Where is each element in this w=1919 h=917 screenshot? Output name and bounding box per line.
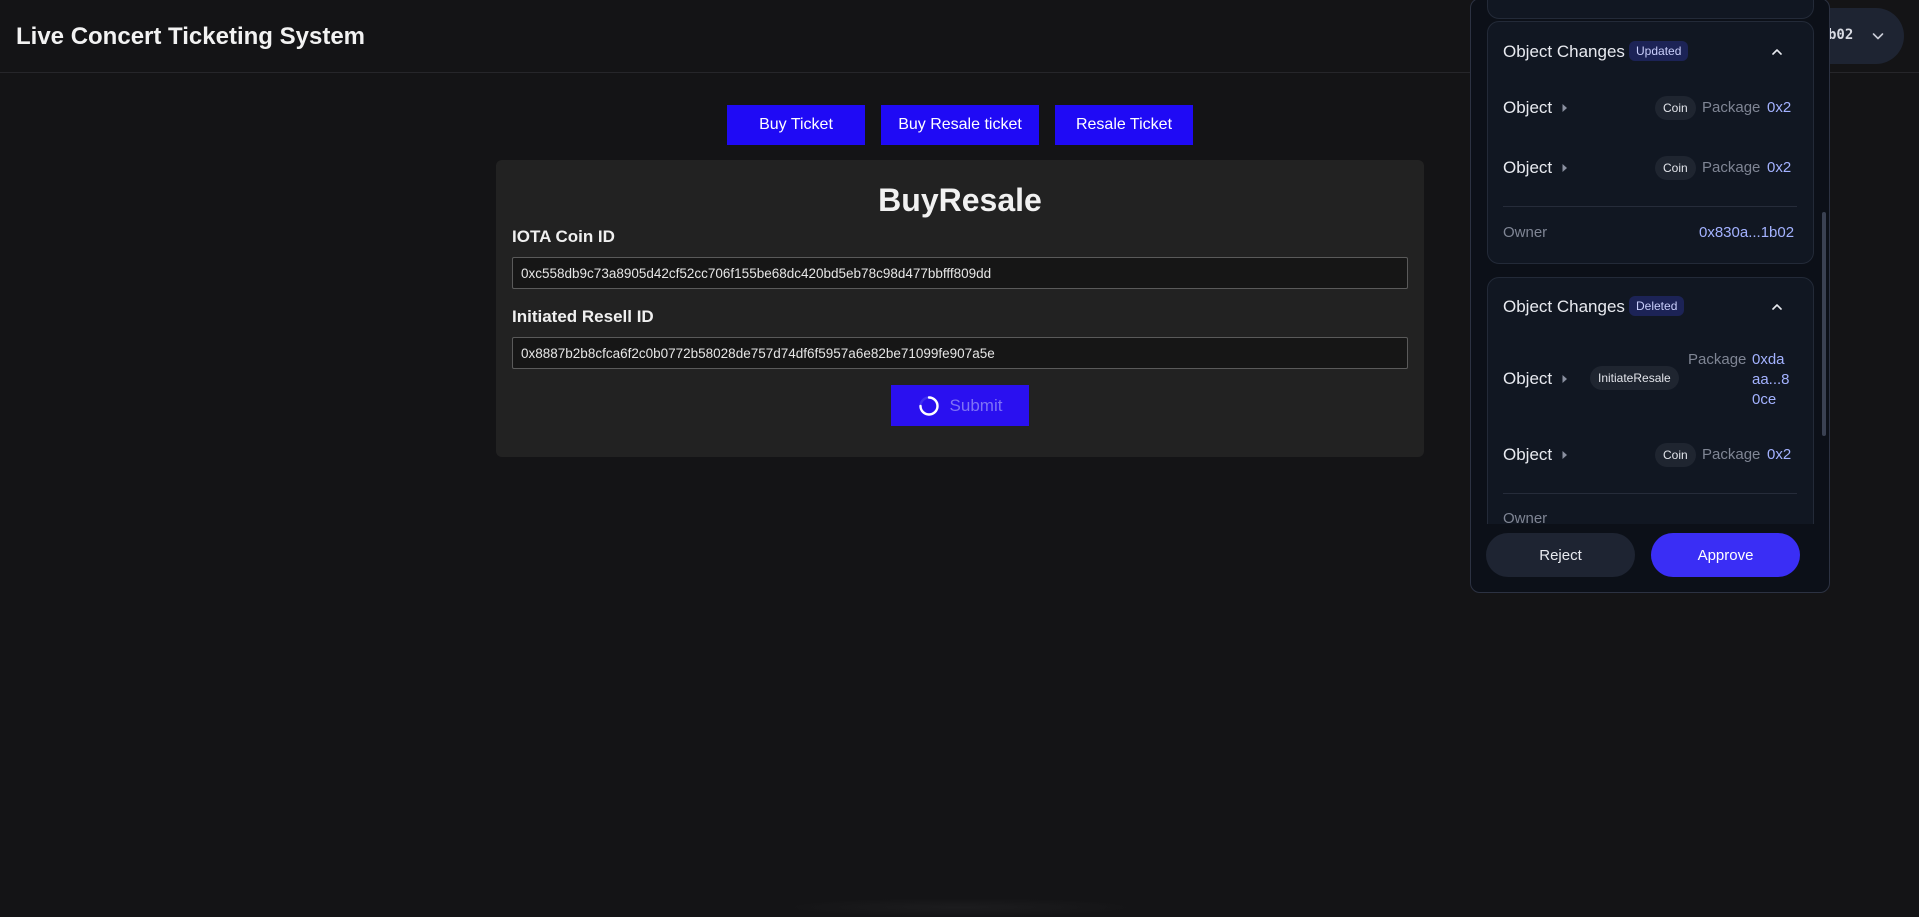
caret-right-icon[interactable] — [1561, 374, 1569, 384]
deleted-object-row-2[interactable]: Object — [1503, 445, 1552, 465]
package-value[interactable]: 0x2 — [1767, 446, 1791, 463]
updated-object-row-1[interactable]: Object — [1503, 98, 1552, 118]
package-value-line[interactable]: aa...8 — [1752, 371, 1790, 388]
package-value[interactable]: 0x2 — [1767, 159, 1791, 176]
coin-chip: Coin — [1655, 443, 1696, 467]
package-value[interactable]: 0x2 — [1767, 99, 1791, 116]
package-value-line[interactable]: 0xda — [1752, 351, 1785, 368]
owner-label: Owner — [1503, 224, 1548, 241]
package-label: Package — [1702, 159, 1761, 176]
updated-object-row-2[interactable]: Object — [1503, 158, 1552, 178]
coin-id-label: IOTA Coin ID — [512, 227, 615, 246]
deleted-object-row-1[interactable]: Object — [1503, 369, 1552, 389]
caret-right-icon[interactable] — [1561, 103, 1569, 113]
package-label: Package — [1702, 99, 1761, 116]
caret-right-icon[interactable] — [1561, 163, 1569, 173]
deleted-section-title: Object Changes — [1503, 297, 1625, 316]
previous-section — [1487, 0, 1814, 19]
initiate-resale-chip: InitiateResale — [1590, 366, 1679, 390]
chevron-down-icon — [1872, 33, 1884, 40]
form-title: BuyResale — [878, 182, 1042, 218]
owner-label-clip: Owner — [1503, 510, 1547, 525]
reject-button[interactable]: Reject — [1486, 533, 1635, 577]
popup-scrollbar[interactable] — [1822, 212, 1826, 436]
resale-ticket-tab[interactable]: Resale Ticket — [1055, 105, 1193, 145]
chevron-up-icon[interactable] — [1770, 300, 1784, 314]
bottom-shadow — [780, 898, 1140, 917]
buy-resale-form: BuyResale IOTA Coin ID Initiated Resell … — [496, 160, 1424, 457]
approve-button[interactable]: Approve — [1651, 533, 1800, 577]
section-divider — [1503, 493, 1797, 494]
caret-right-icon[interactable] — [1561, 450, 1569, 460]
package-label: Package — [1688, 351, 1747, 368]
resell-id-input[interactable] — [512, 337, 1408, 369]
app-title: Live Concert Ticketing System — [16, 23, 366, 50]
loading-spinner-icon — [918, 395, 939, 416]
updated-section-title: Object Changes — [1503, 42, 1625, 61]
submit-button[interactable]: Submit — [891, 385, 1029, 426]
owner-address[interactable]: 0x830a...1b02 — [1699, 224, 1794, 241]
coin-chip: Coin — [1655, 96, 1696, 120]
coin-chip: Coin — [1655, 156, 1696, 180]
resell-id-label: Initiated Resell ID — [512, 307, 654, 326]
package-value-line[interactable]: 0ce — [1752, 391, 1776, 408]
buy-resale-ticket-tab[interactable]: Buy Resale ticket — [881, 105, 1039, 145]
updated-badge: Updated — [1629, 41, 1689, 61]
wallet-address-label: b02 — [1828, 27, 1854, 43]
chevron-up-icon[interactable] — [1770, 45, 1784, 59]
deleted-badge: Deleted — [1629, 296, 1685, 316]
submit-label: Submit — [949, 395, 1003, 415]
owner-label: Owner — [1503, 510, 1548, 525]
section-divider — [1503, 206, 1797, 207]
package-label: Package — [1702, 446, 1761, 463]
coin-id-input[interactable] — [512, 257, 1408, 289]
buy-ticket-tab[interactable]: Buy Ticket — [727, 105, 865, 145]
